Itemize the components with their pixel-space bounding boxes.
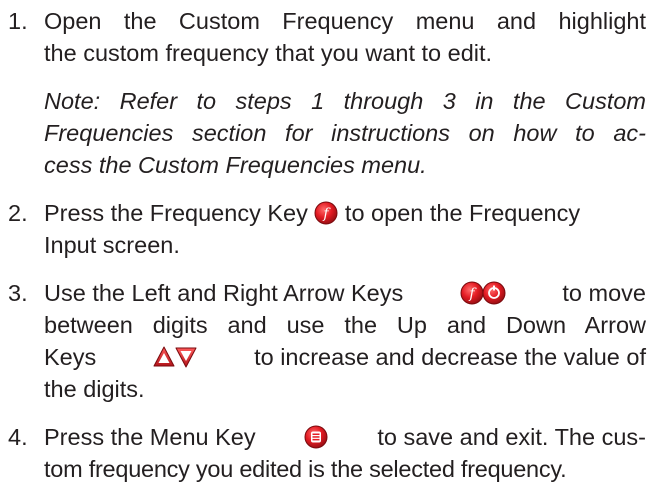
menu-key-icon: [304, 425, 328, 449]
step-text-fragment: to increase and decrease the value of: [254, 344, 646, 370]
step-text: Open the Custom Frequency menu and highl…: [44, 5, 646, 69]
step-number: 3.: [8, 280, 28, 306]
step-text: Press the Menu Key to save and exit. The…: [44, 421, 646, 485]
step-text-fragment: to open the Frequency: [344, 200, 581, 226]
step-text: Use the Left and Right Arrow Keys f to m…: [44, 277, 646, 405]
step-line: Press the Menu Key to save and exit. The…: [44, 421, 646, 453]
step-line: between digits and use the Up and Down A…: [44, 312, 646, 338]
step-line: Press the Frequency Key f to open the Fr…: [44, 197, 646, 229]
step-text-fragment: Keys: [44, 344, 97, 370]
up-down-arrow-keys-icon: [153, 345, 197, 369]
step-number: 2.: [8, 200, 28, 226]
step-line: the digits.: [44, 376, 145, 402]
step-line: Keys to increase and decrease the value …: [44, 341, 646, 373]
step-text-fragment: to save and exit. The cus-: [377, 424, 646, 450]
left-right-arrow-keys-icon: f: [460, 281, 506, 305]
step-line: Open the Custom Frequency menu and highl…: [44, 8, 646, 34]
step-line: tom frequency you edited is the selected…: [44, 456, 567, 482]
step-line: Input screen.: [44, 232, 180, 258]
frequency-key-icon: f: [314, 201, 338, 225]
instruction-page: 1. Open the Custom Frequency menu and hi…: [0, 0, 650, 490]
note: Note: Refer to steps 1 through 3 in the …: [44, 85, 646, 181]
note-line: cess the Custom Frequencies menu.: [44, 152, 427, 178]
step-text-fragment: Press the Frequency Key: [44, 200, 308, 226]
step-number: 4.: [8, 424, 28, 450]
step-text-fragment: to move: [562, 280, 646, 306]
step-line: Use the Left and Right Arrow Keys f to m…: [44, 277, 646, 309]
note-line: Frequencies section for instructions on …: [44, 120, 646, 146]
step-text: Press the Frequency Key f to open the Fr…: [44, 197, 646, 261]
step-text-fragment: Use the Left and Right Arrow Keys: [44, 280, 404, 306]
step-line: the custom frequency that you want to ed…: [44, 40, 493, 66]
step-text-fragment: Press the Menu Key: [44, 424, 256, 450]
step-number: 1.: [8, 8, 28, 34]
note-line: Note: Refer to steps 1 through 3 in the …: [44, 88, 646, 114]
